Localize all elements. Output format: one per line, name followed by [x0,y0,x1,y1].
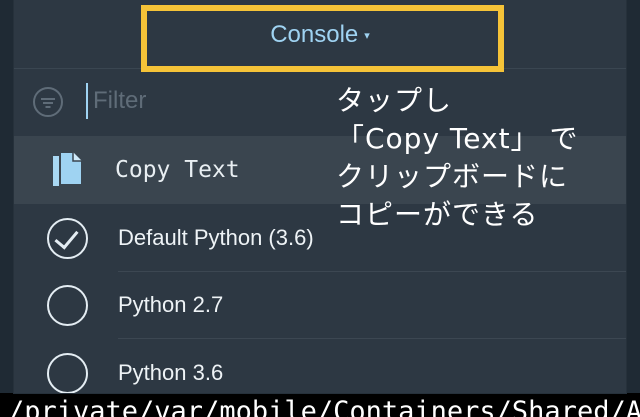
interpreter-label: Python 3.6 [118,360,224,385]
filter-input[interactable] [86,83,333,119]
copy-icon [53,151,83,186]
annotation-line: タップし [336,84,453,117]
interpreter-label: Python 2.7 [118,292,224,317]
console-menu-button[interactable]: Console ▾ [14,20,626,50]
console-output-line: /private/var/mobile/Containers/Shared/Ap… [0,393,640,417]
annotation-text: タップし 「Copy Text」 で クリップボードに コピーができる [336,82,636,234]
interpreter-label: Default Python (3.6) [118,225,314,250]
filter-icon [33,87,63,117]
annotation-line: コピーができる [336,198,539,231]
radio-empty-icon [47,285,88,326]
console-title: Console [270,21,359,48]
console-output-text: /private/var/mobile/Containers/Shared/Ap… [8,396,640,417]
annotation-line: クリップボードに [336,160,569,193]
popover-header: Console ▾ [14,0,626,69]
radio-empty-icon [47,353,88,393]
interpreter-option-36[interactable]: Python 3.6 [14,340,626,393]
interpreter-option-27[interactable]: Python 2.7 [14,272,626,339]
annotation-line: 「Copy Text」 で [336,122,579,155]
selected-check-icon [47,218,88,259]
caret-down-icon: ▾ [364,30,370,42]
divider [118,338,626,339]
copy-text-label: Copy Text [115,157,240,183]
